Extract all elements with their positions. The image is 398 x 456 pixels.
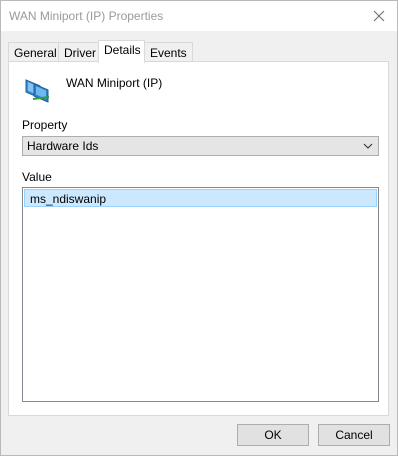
tab-driver[interactable]: Driver — [58, 42, 102, 62]
window-title: WAN Miniport (IP) Properties — [9, 9, 164, 23]
properties-dialog: WAN Miniport (IP) Properties General Dri… — [0, 0, 398, 456]
tab-general[interactable]: General — [8, 42, 63, 62]
property-label: Property — [22, 118, 68, 132]
device-name: WAN Miniport (IP) — [66, 76, 163, 90]
cancel-button[interactable]: Cancel — [318, 424, 390, 446]
value-listbox[interactable]: ms_ndiswanip — [22, 187, 379, 402]
value-label: Value — [22, 170, 52, 184]
list-item-text: ms_ndiswanip — [30, 192, 107, 206]
network-adapter-icon — [25, 79, 50, 103]
chevron-down-icon — [363, 143, 373, 149]
title-bar[interactable]: WAN Miniport (IP) Properties — [1, 1, 397, 31]
property-dropdown[interactable]: Hardware Ids — [22, 136, 379, 156]
ok-button[interactable]: OK — [237, 424, 309, 446]
list-item[interactable]: ms_ndiswanip — [24, 189, 377, 207]
details-panel: WAN Miniport (IP) Property Hardware Ids … — [8, 61, 389, 416]
property-selected-value: Hardware Ids — [27, 139, 99, 153]
tab-details[interactable]: Details — [98, 40, 145, 63]
close-button[interactable] — [361, 1, 397, 31]
close-icon — [373, 10, 385, 22]
tab-events[interactable]: Events — [144, 42, 193, 62]
